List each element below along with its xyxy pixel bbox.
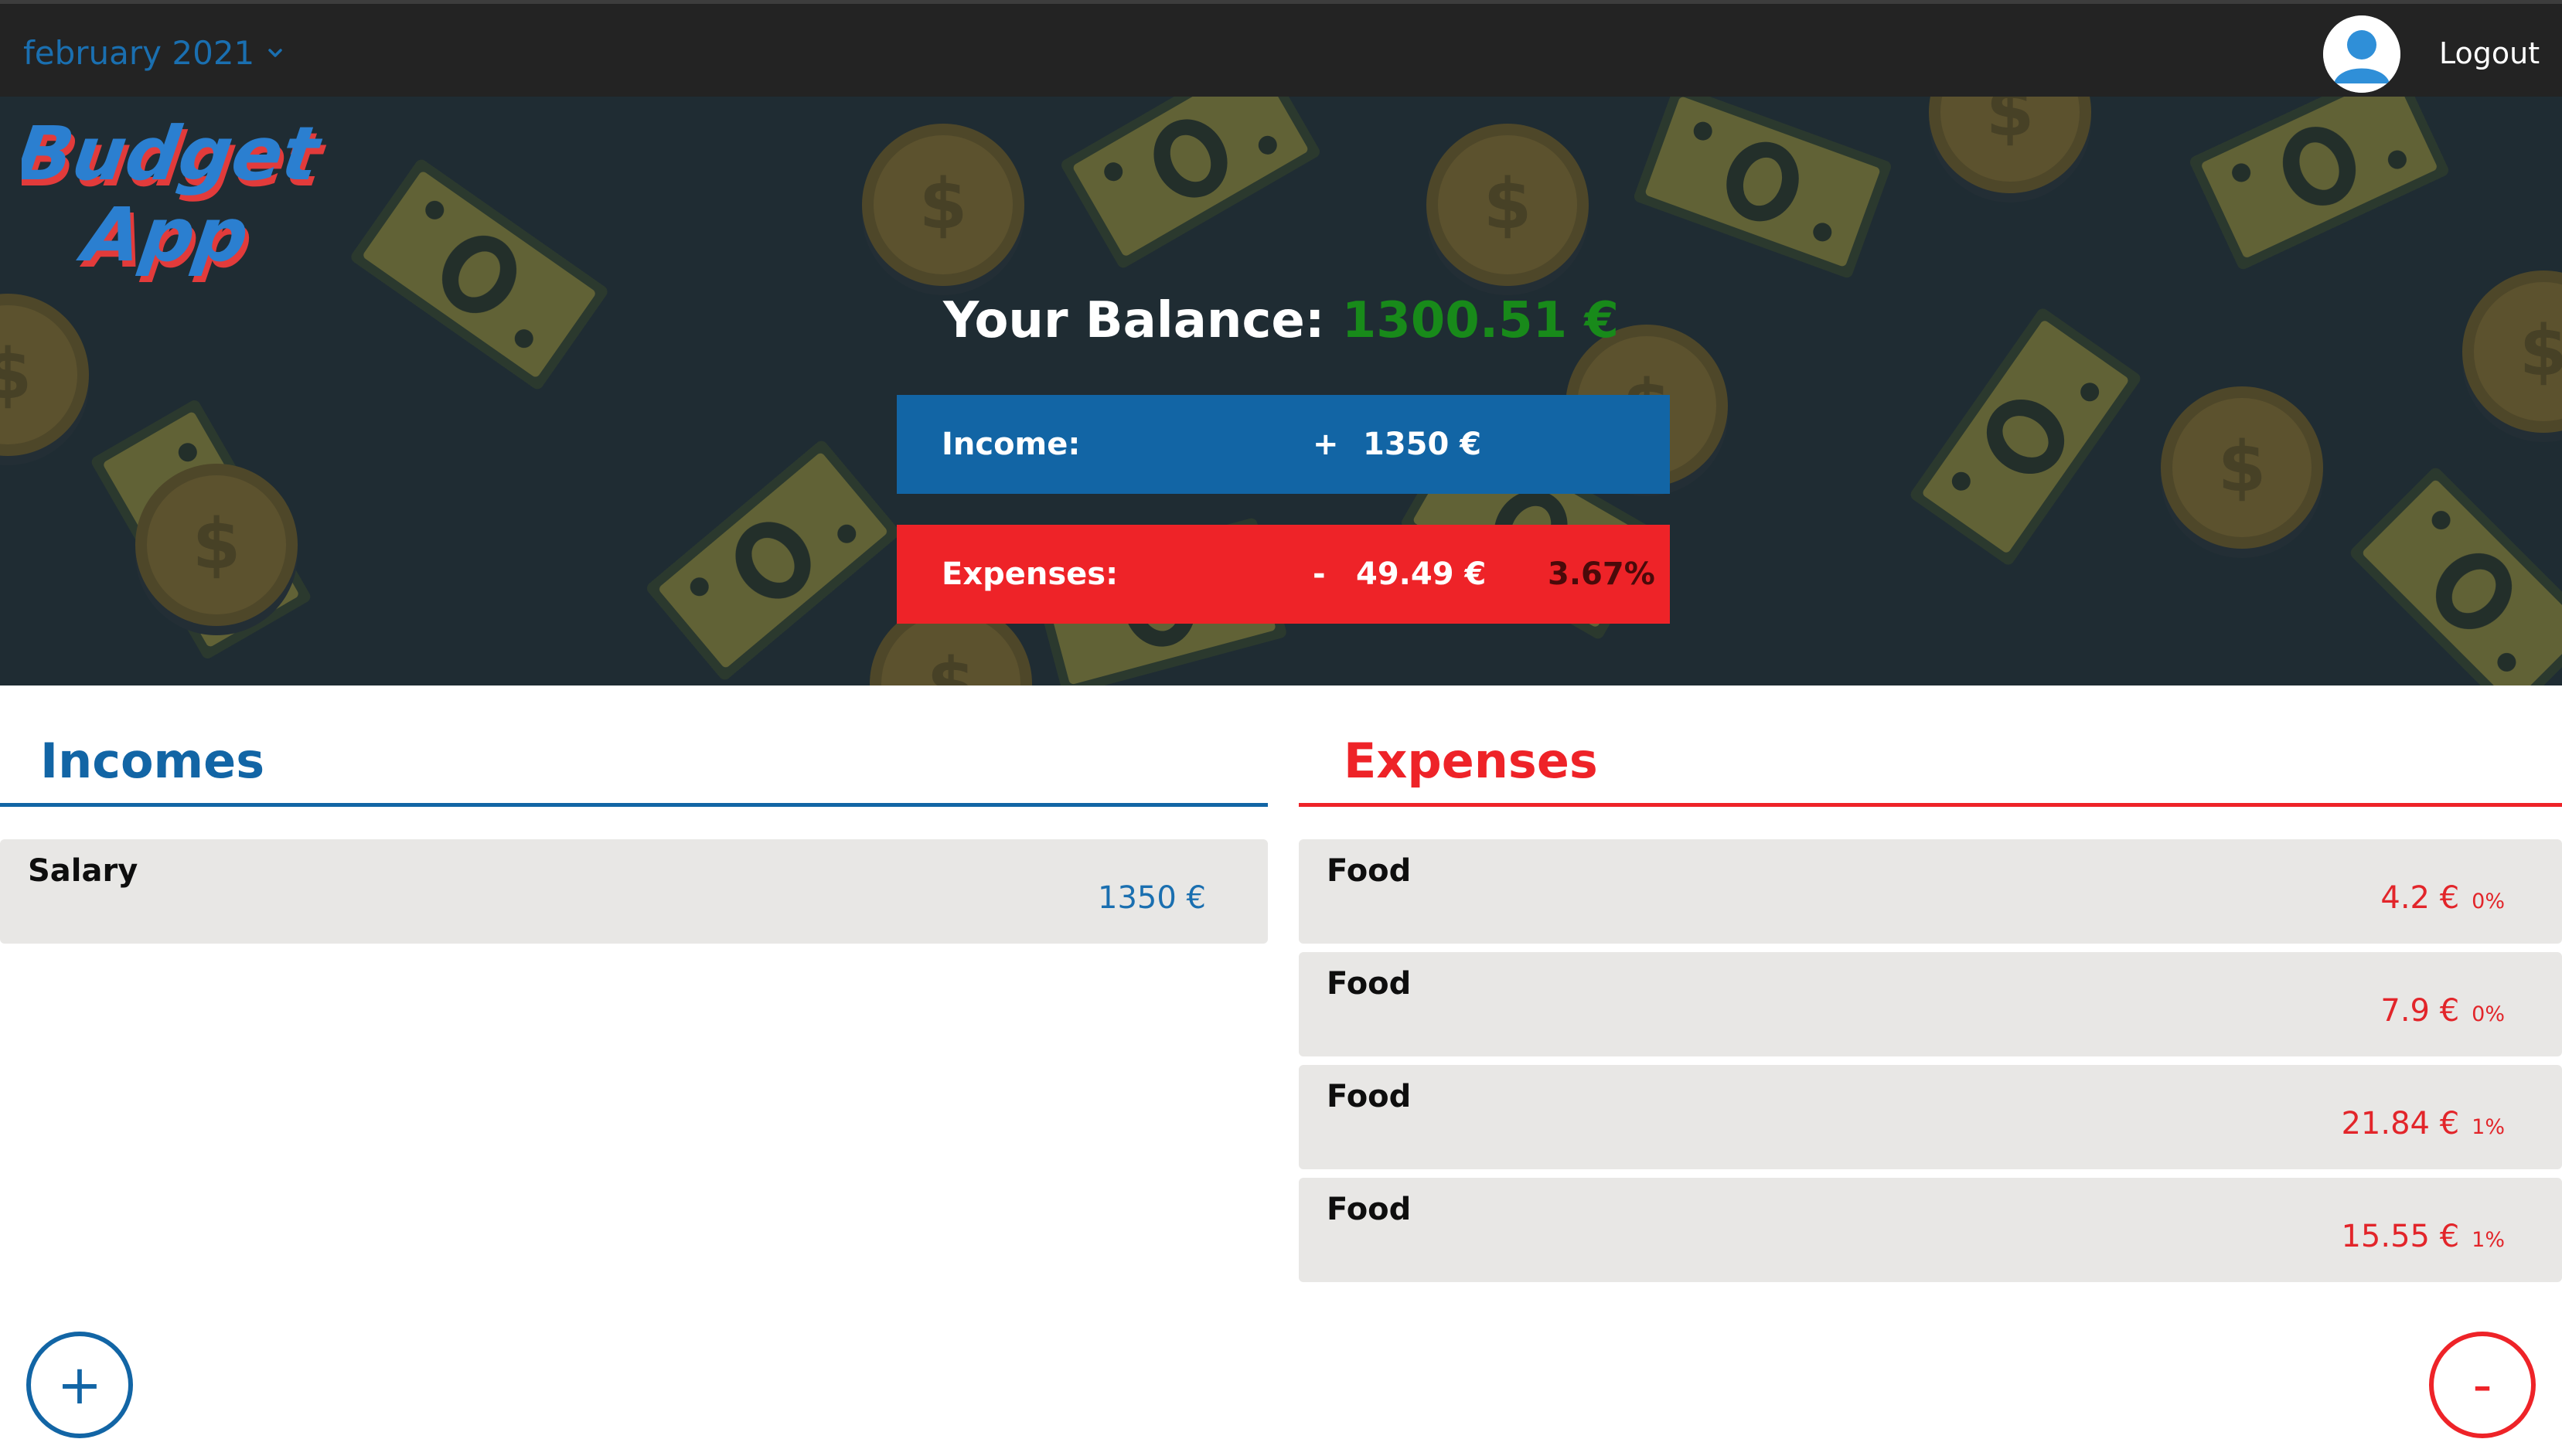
minus-icon: -	[2472, 1353, 2492, 1417]
expenses-summary: Expenses: - 49.49 € 3.67%	[897, 525, 1670, 624]
expense-item-percent: 0%	[2472, 890, 2505, 913]
chevron-down-icon	[268, 49, 283, 57]
user-avatar-icon[interactable]	[2323, 15, 2400, 93]
expense-item-value: 7.9 € 0%	[2380, 988, 2505, 1038]
expense-list-item[interactable]: Food 21.84 € 1%	[1299, 1065, 2562, 1169]
logout-button[interactable]: Logout	[2439, 32, 2540, 75]
income-summary: Income: + 1350 €	[897, 395, 1670, 494]
expense-list-item[interactable]: Food 15.55 € 1%	[1299, 1178, 2562, 1282]
month-selector[interactable]: february 2021	[23, 32, 285, 75]
expense-item-percent: 0%	[2472, 1002, 2505, 1026]
expenses-summary-label: Expenses:	[942, 556, 1119, 592]
expenses-divider	[1299, 803, 2562, 807]
income-summary-label: Income:	[942, 427, 1081, 462]
balance-label: Your Balance:	[942, 292, 1325, 349]
add-expense-button[interactable]: -	[2429, 1332, 2536, 1438]
expense-item-name: Food	[1327, 853, 1412, 889]
expense-item-name: Food	[1327, 1192, 1412, 1227]
expenses-summary-sign: -	[1313, 556, 1326, 592]
balance-display: Your Balance: 1300.51 €	[0, 286, 2562, 355]
svg-text:Budget: Budget	[22, 110, 327, 196]
expense-item-percent: 1%	[2472, 1115, 2505, 1139]
expense-item-value: 21.84 € 1%	[2341, 1101, 2505, 1151]
incomes-title: Incomes	[40, 733, 265, 789]
svg-text:App: App	[73, 191, 254, 277]
expense-item-amount: 15.55 €	[2341, 1219, 2460, 1254]
expense-item-amount: 21.84 €	[2341, 1106, 2460, 1141]
expense-item-value: 15.55 € 1%	[2341, 1213, 2505, 1264]
income-summary-sign: +	[1313, 427, 1339, 462]
expense-item-amount: 7.9 €	[2380, 993, 2460, 1029]
plus-icon: +	[56, 1353, 103, 1417]
income-item-value: 1350 €	[1098, 880, 1206, 916]
budget-app-logo: Budget Budget App App	[22, 110, 331, 282]
expense-list-item[interactable]: Food 4.2 € 0%	[1299, 839, 2562, 944]
expense-item-percent: 1%	[2472, 1228, 2505, 1252]
income-summary-amount: 1350 €	[1363, 427, 1482, 462]
balance-amount: 1300.51 €	[1341, 292, 1620, 349]
month-label: february 2021	[23, 34, 255, 72]
add-income-button[interactable]: +	[26, 1332, 133, 1438]
incomes-divider	[0, 803, 1268, 807]
expense-item-name: Food	[1327, 966, 1412, 1002]
expense-list-item[interactable]: Food 7.9 € 0%	[1299, 952, 2562, 1056]
expense-item-name: Food	[1327, 1079, 1412, 1114]
top-bar: february 2021 Logout	[0, 0, 2562, 97]
income-item-name: Salary	[28, 853, 138, 889]
expenses-title: Expenses	[1344, 733, 1598, 789]
income-list-item[interactable]: Salary 1350 €	[0, 839, 1268, 944]
expenses-summary-percent: 3.67%	[1548, 556, 1655, 592]
expenses-summary-amount: 49.49 €	[1356, 556, 1487, 592]
expense-item-value: 4.2 € 0%	[2380, 875, 2505, 925]
expense-item-amount: 4.2 €	[2380, 880, 2460, 916]
balance-hero: $ Budget Budget	[0, 97, 2562, 685]
